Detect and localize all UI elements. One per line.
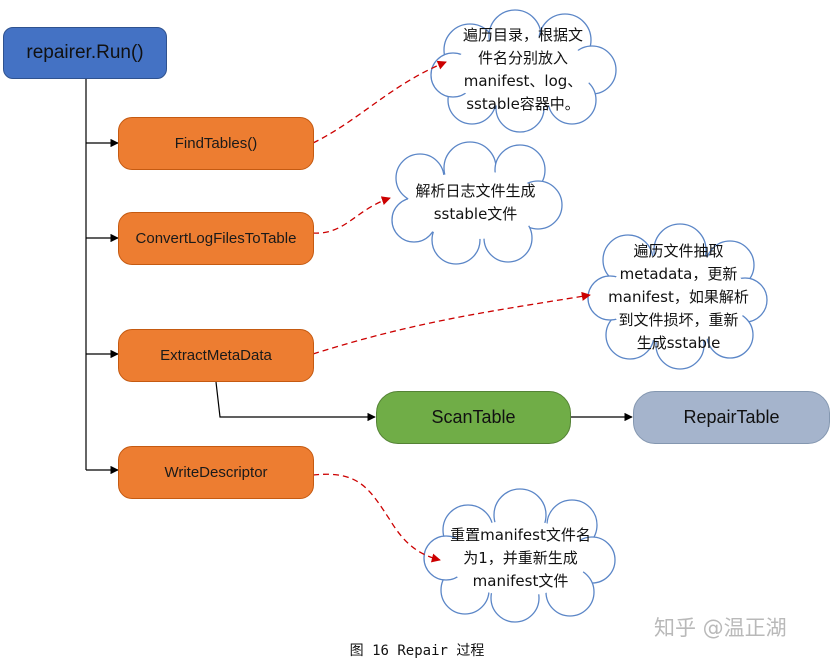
note-line: manifest，如果解析 <box>608 288 749 306</box>
step-node-label: WriteDescriptor <box>164 464 268 481</box>
note-text-findtables: 遍历目录，根据文 件名分别放入 manifest、log、 sstable容器中… <box>448 20 598 120</box>
scantable-node: ScanTable <box>376 391 571 444</box>
note-text-extractmetadata: 遍历文件抽取 metadata，更新 manifest，如果解析 到文件损坏，重… <box>596 240 761 355</box>
repairtable-node: RepairTable <box>633 391 830 444</box>
step-node-label: ConvertLogFilesToTable <box>135 230 297 247</box>
figure-caption: 图 16 Repair 过程 <box>349 643 485 659</box>
note-arrow-convertlog <box>312 196 391 234</box>
step-node-extractmetadata: ExtractMetaData <box>118 329 314 382</box>
step-node-writedescriptor: WriteDescriptor <box>118 446 314 499</box>
note-line: sstable文件 <box>433 205 518 223</box>
watermark: 知乎 @温正湖 <box>654 616 787 640</box>
note-line: 遍历文件抽取 <box>633 242 724 260</box>
note-line: 件名分别放入 <box>477 49 568 67</box>
step-node-findtables: FindTables() <box>118 117 314 170</box>
arrow-to-scantable <box>215 381 376 422</box>
note-arrow-extractmetadata <box>312 291 591 355</box>
repairtable-label: RepairTable <box>683 407 780 427</box>
note-line: 到文件损坏，重新 <box>618 311 739 329</box>
note-line: 为1，并重新生成 <box>463 548 578 567</box>
note-line: 重置manifest文件名 <box>450 525 591 544</box>
note-line: 解析日志文件生成 <box>415 182 536 200</box>
note-line: sstable容器中。 <box>466 95 580 113</box>
note-line: 遍历目录，根据文 <box>462 26 583 44</box>
step-node-label: ExtractMetaData <box>160 347 272 364</box>
note-line: 生成sstable <box>636 334 721 352</box>
note-line: manifest文件 <box>472 571 569 590</box>
step-node-convertlogfilestotable: ConvertLogFilesToTable <box>118 212 314 265</box>
note-line: metadata，更新 <box>619 265 738 283</box>
step-node-label: FindTables() <box>174 135 258 152</box>
root-node-repairer-run: repairer.Run() <box>3 27 167 79</box>
note-arrow-writedescriptor <box>312 473 441 563</box>
root-node-label: repairer.Run() <box>26 42 144 63</box>
scantable-label: ScanTable <box>431 407 516 427</box>
note-text-convertlog: 解析日志文件生成 sstable文件 <box>398 178 553 228</box>
note-line: manifest、log、 <box>463 72 583 90</box>
note-arrow-findtables <box>312 60 447 144</box>
note-text-writedescriptor: 重置manifest文件名 为1，并重新生成 manifest文件 <box>438 522 603 594</box>
